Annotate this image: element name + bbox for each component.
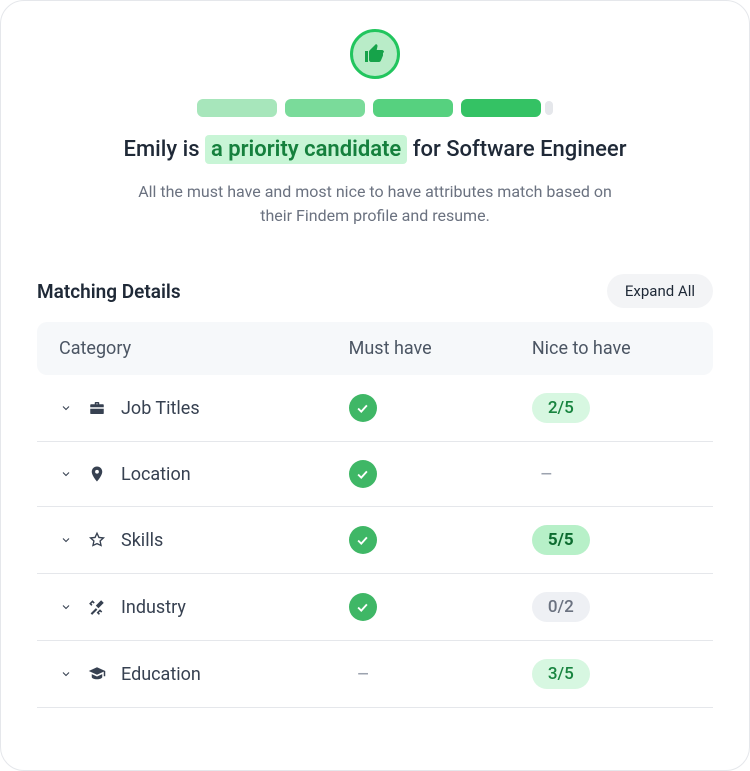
headline-text: Emily is a priority candidate for Softwa… bbox=[124, 137, 627, 162]
meter-segment bbox=[285, 99, 365, 117]
category-cell: Industry bbox=[59, 597, 349, 618]
briefcase-icon bbox=[87, 398, 107, 418]
nice-to-have-pill: 2/5 bbox=[532, 393, 590, 423]
dash-indicator: – bbox=[349, 662, 370, 686]
matching-details-table: Category Must have Nice to have Job Titl… bbox=[37, 322, 713, 708]
category-label: Skills bbox=[121, 530, 163, 551]
category-label: Education bbox=[121, 664, 201, 685]
table-row[interactable]: Job Titles 2/5 bbox=[37, 375, 713, 442]
chevron-down-icon[interactable] bbox=[59, 600, 73, 614]
tools-icon bbox=[87, 597, 107, 617]
must-have-cell bbox=[349, 593, 520, 621]
candidate-match-card: Emily is a priority candidate for Softwa… bbox=[0, 0, 750, 771]
chevron-down-icon[interactable] bbox=[59, 401, 73, 415]
category-label: Job Titles bbox=[121, 398, 200, 419]
check-icon bbox=[349, 394, 377, 422]
table-row[interactable]: Skills 5/5 bbox=[37, 507, 713, 574]
meter-segment bbox=[373, 99, 453, 117]
location-icon bbox=[87, 464, 107, 484]
meter-segment bbox=[461, 99, 541, 117]
must-have-cell bbox=[349, 526, 520, 554]
table-row[interactable]: Industry 0/2 bbox=[37, 574, 713, 641]
meter-segment-trail bbox=[545, 101, 553, 115]
hero-section: Emily is a priority candidate for Softwa… bbox=[37, 29, 713, 228]
nice-to-have-pill: 3/5 bbox=[532, 659, 590, 689]
thumbs-up-icon bbox=[350, 29, 400, 79]
must-have-cell: – bbox=[349, 662, 520, 686]
expand-all-button[interactable]: Expand All bbox=[607, 274, 713, 308]
education-icon bbox=[87, 664, 107, 684]
dash-indicator: – bbox=[532, 462, 553, 486]
nice-to-have-pill: 5/5 bbox=[532, 525, 590, 555]
headline-suffix: for Software Engineer bbox=[413, 137, 627, 162]
details-title: Matching Details bbox=[37, 280, 181, 303]
headline-highlight: a priority candidate bbox=[205, 135, 407, 164]
chevron-down-icon[interactable] bbox=[59, 667, 73, 681]
category-cell: Job Titles bbox=[59, 398, 349, 419]
details-header: Matching Details Expand All bbox=[37, 274, 713, 308]
check-icon bbox=[349, 593, 377, 621]
col-header-category: Category bbox=[59, 338, 349, 359]
category-label: Location bbox=[121, 464, 191, 485]
nice-to-have-cell: 0/2 bbox=[520, 592, 691, 622]
nice-to-have-cell: – bbox=[520, 462, 691, 486]
category-cell: Education bbox=[59, 664, 349, 685]
must-have-cell bbox=[349, 394, 520, 422]
table-row[interactable]: Education – 3/5 bbox=[37, 641, 713, 708]
match-strength-meter bbox=[197, 99, 553, 117]
meter-segment bbox=[197, 99, 277, 117]
headline-prefix: Emily is bbox=[124, 137, 200, 162]
star-icon bbox=[87, 530, 107, 550]
table-row[interactable]: Location – bbox=[37, 442, 713, 507]
chevron-down-icon[interactable] bbox=[59, 533, 73, 547]
check-icon bbox=[349, 460, 377, 488]
headline-subtext: All the must have and most nice to have … bbox=[125, 180, 625, 228]
col-header-nice-to-have: Nice to have bbox=[520, 338, 691, 359]
nice-to-have-cell: 3/5 bbox=[520, 659, 691, 689]
category-cell: Skills bbox=[59, 530, 349, 551]
nice-to-have-cell: 5/5 bbox=[520, 525, 691, 555]
category-label: Industry bbox=[121, 597, 186, 618]
table-header-row: Category Must have Nice to have bbox=[37, 322, 713, 375]
nice-to-have-cell: 2/5 bbox=[520, 393, 691, 423]
col-header-must-have: Must have bbox=[349, 338, 520, 359]
check-icon bbox=[349, 526, 377, 554]
nice-to-have-pill: 0/2 bbox=[532, 592, 590, 622]
must-have-cell bbox=[349, 460, 520, 488]
category-cell: Location bbox=[59, 464, 349, 485]
chevron-down-icon[interactable] bbox=[59, 467, 73, 481]
